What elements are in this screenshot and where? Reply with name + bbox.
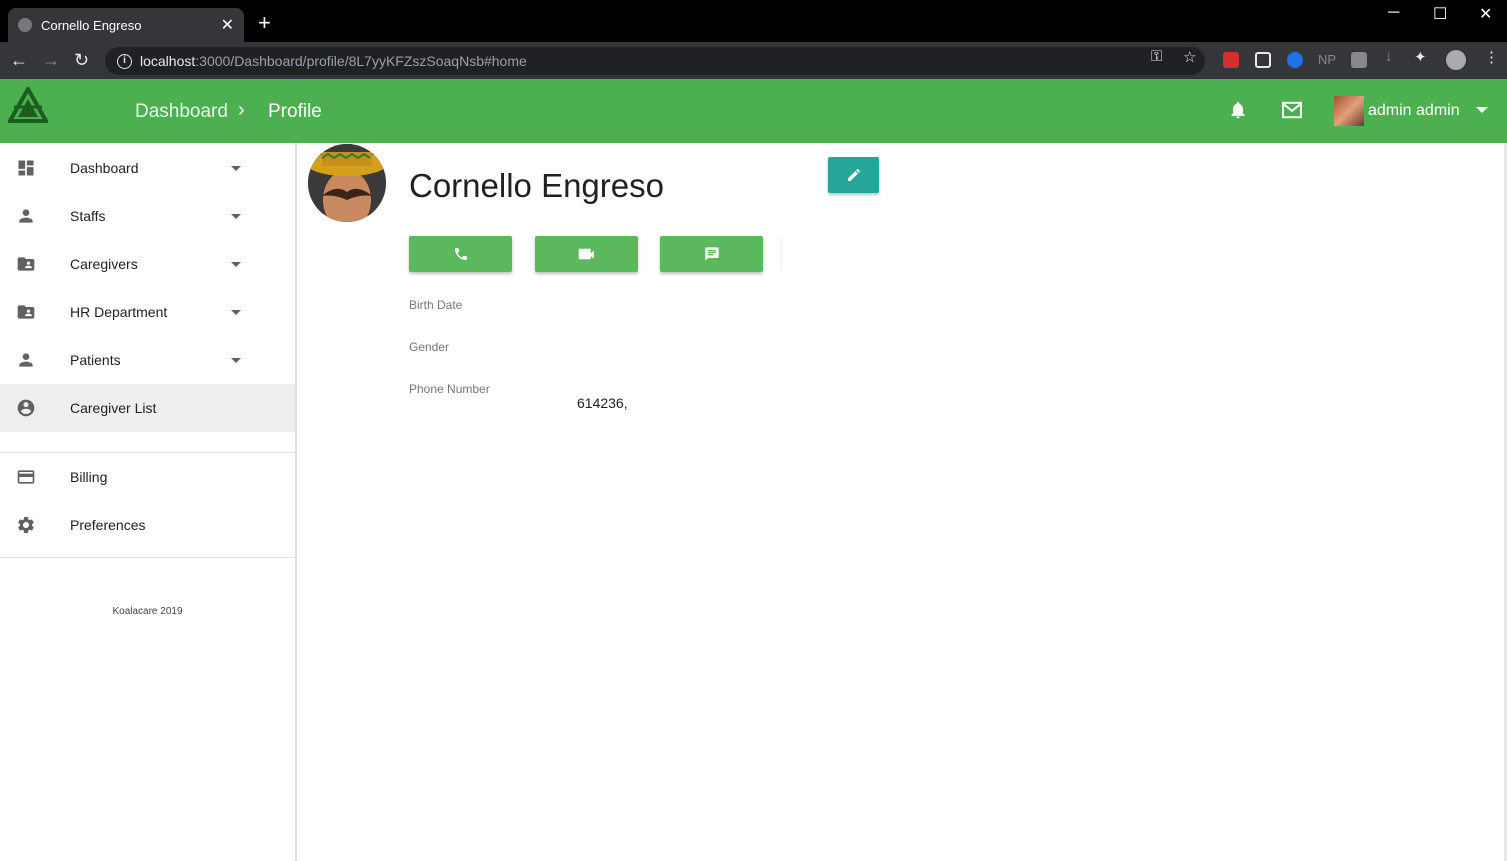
sidebar-item-hr-department[interactable]: HR Department <box>0 288 295 336</box>
chevron-down-icon[interactable] <box>1476 107 1488 113</box>
profile-avatar <box>308 144 386 222</box>
koalacare-logo[interactable] <box>8 87 48 127</box>
sidebar-item-label: Patients <box>70 352 121 368</box>
browser-toolbar: ← → ↻ i localhost:3000/Dashboard/profile… <box>0 42 1507 79</box>
breadcrumb-dashboard[interactable]: Dashboard <box>135 101 228 123</box>
app-header: Dashboard › Profile admin admin <box>0 79 1507 143</box>
extension-icon[interactable] <box>1255 52 1271 68</box>
sidebar-item-label: HR Department <box>70 304 168 320</box>
phone-number-label: Phone Number <box>409 382 490 396</box>
extension-icon[interactable] <box>1351 52 1367 68</box>
message-icon <box>704 247 719 261</box>
notifications-bell-icon[interactable] <box>1228 99 1248 121</box>
chevron-right-icon: › <box>238 99 245 121</box>
caret-down-icon[interactable] <box>231 165 241 171</box>
person-icon <box>19 353 33 367</box>
caret-down-icon[interactable] <box>231 261 241 267</box>
contact-folder-icon <box>17 257 35 271</box>
sidebar-item-preferences[interactable]: Preferences <box>0 501 295 549</box>
sidebar-item-label: Dashboard <box>70 160 139 176</box>
globe-icon <box>18 18 32 32</box>
user-name[interactable]: admin admin <box>1368 102 1460 120</box>
user-avatar[interactable] <box>1334 96 1364 126</box>
birth-date-label: Birth Date <box>409 298 463 312</box>
close-window-icon[interactable]: ✕ <box>1479 4 1492 24</box>
sidebar-item-caregivers[interactable]: Caregivers <box>0 240 295 288</box>
mail-icon[interactable] <box>1281 101 1303 119</box>
sidebar: Dashboard Staffs Caregivers HR Departmen… <box>0 143 297 861</box>
pencil-icon <box>847 168 860 181</box>
call-button[interactable] <box>409 236 512 272</box>
sidebar-footer: Koalacare 2019 <box>112 606 183 617</box>
browser-tab-bar: Cornello Engreso ✕ + ─ ☐ ✕ <box>0 0 1507 42</box>
sidebar-item-staffs[interactable]: Staffs <box>0 192 295 240</box>
new-tab-icon[interactable]: + <box>258 12 271 34</box>
sidebar-item-label: Staffs <box>70 208 106 224</box>
sidebar-item-dashboard[interactable]: Dashboard <box>0 144 295 192</box>
video-call-button[interactable] <box>535 236 638 272</box>
reload-icon[interactable]: ↻ <box>74 50 89 70</box>
browser-tab[interactable]: Cornello Engreso ✕ <box>8 8 244 42</box>
caret-down-icon[interactable] <box>231 357 241 363</box>
phone-number-value: 614236, <box>577 395 628 411</box>
caret-down-icon[interactable] <box>231 309 241 315</box>
puzzle-icon[interactable]: ✦ <box>1414 48 1427 66</box>
more-icon[interactable]: ⋮ <box>1484 48 1499 66</box>
credit-card-icon <box>17 470 35 484</box>
forward-icon[interactable]: → <box>42 50 60 70</box>
message-button[interactable] <box>660 236 763 272</box>
download-icon[interactable]: ↓ <box>1385 48 1393 65</box>
dashboard-icon <box>18 160 34 176</box>
extension-icon[interactable] <box>1287 52 1303 68</box>
sidebar-item-label: Caregiver List <box>70 400 157 416</box>
key-icon[interactable]: ⚿ <box>1151 48 1162 65</box>
extension-icon[interactable] <box>1223 52 1239 68</box>
account-circle-icon <box>17 399 35 417</box>
gear-icon <box>18 517 34 533</box>
tab-title: Cornello Engreso <box>41 17 142 33</box>
person-icon <box>19 209 33 223</box>
sidebar-divider <box>0 557 295 558</box>
np-extension-icon[interactable]: NP <box>1318 52 1336 67</box>
breadcrumb-profile: Profile <box>268 101 322 122</box>
sidebar-item-label: Preferences <box>70 517 146 533</box>
info-icon[interactable]: i <box>117 53 132 69</box>
contact-folder-icon <box>17 305 35 319</box>
edit-profile-button[interactable] <box>828 157 879 193</box>
phone-icon <box>454 248 467 260</box>
close-tab-icon[interactable]: ✕ <box>221 15 234 35</box>
vertical-divider <box>781 238 782 270</box>
star-icon[interactable]: ☆ <box>1183 48 1196 66</box>
url-host: localhost <box>140 53 196 69</box>
caret-down-icon[interactable] <box>231 213 241 219</box>
maximize-icon[interactable]: ☐ <box>1433 4 1447 24</box>
sidebar-item-caregiver-list[interactable]: Caregiver List <box>0 384 295 432</box>
profile-name: Cornello Engreso <box>409 167 664 204</box>
video-icon <box>578 248 594 260</box>
gender-label: Gender <box>409 340 450 354</box>
sidebar-item-patients[interactable]: Patients <box>0 336 295 384</box>
sidebar-item-label: Billing <box>70 469 108 485</box>
back-icon[interactable]: ← <box>10 50 28 70</box>
address-bar[interactable]: i localhost:3000/Dashboard/profile/8L7yy… <box>105 47 1205 75</box>
profile-avatar-icon[interactable] <box>1446 50 1466 70</box>
minimize-icon[interactable]: ─ <box>1388 4 1399 22</box>
sidebar-item-billing[interactable]: Billing <box>0 453 295 501</box>
sidebar-item-label: Caregivers <box>70 256 138 272</box>
url-path: :3000/Dashboard/profile/8L7yyKFZszSoaqNs… <box>195 53 527 69</box>
